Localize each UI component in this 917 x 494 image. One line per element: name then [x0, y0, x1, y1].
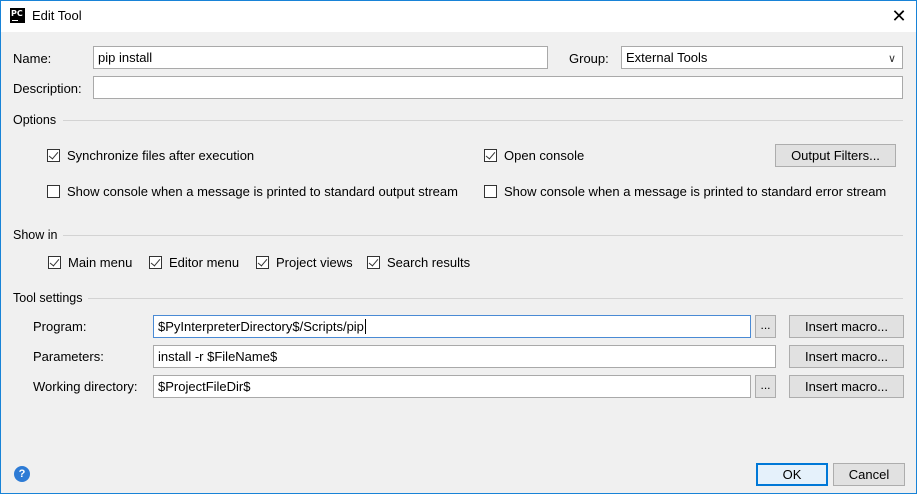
checkbox-checked-icon: [367, 256, 380, 269]
parameters-label: Parameters:: [33, 349, 104, 364]
tool-settings-separator: [88, 298, 903, 299]
pycharm-app-icon: PC: [10, 8, 25, 23]
show-in-section-title: Show in: [13, 228, 58, 242]
sync-files-checkbox[interactable]: Synchronize files after execution: [47, 148, 254, 163]
checkbox-unchecked-icon: [47, 185, 60, 198]
checkbox-checked-icon: [149, 256, 162, 269]
group-select-value: External Tools: [626, 50, 708, 65]
title-bar: PC Edit Tool ✕: [1, 1, 916, 32]
show-in-main-menu-checkbox[interactable]: Main menu: [48, 255, 132, 270]
working-directory-insert-macro-button[interactable]: Insert macro...: [789, 375, 904, 398]
tool-settings-section-title: Tool settings: [13, 291, 83, 305]
show-in-editor-menu-label: Editor menu: [169, 255, 240, 270]
open-console-checkbox[interactable]: Open console: [484, 148, 584, 163]
options-separator: [63, 120, 903, 121]
working-directory-browse-button[interactable]: ...: [755, 375, 776, 398]
checkbox-unchecked-icon: [484, 185, 497, 198]
chevron-down-icon: ∨: [887, 53, 896, 65]
name-label: Name:: [13, 51, 52, 66]
open-console-label: Open console: [504, 148, 585, 163]
sync-files-label: Synchronize files after execution: [67, 148, 255, 163]
show-in-project-views-checkbox[interactable]: Project views: [256, 255, 353, 270]
show-console-stderr-label: Show console when a message is printed t…: [504, 184, 887, 199]
show-console-stdout-checkbox[interactable]: Show console when a message is printed t…: [47, 184, 458, 199]
program-field[interactable]: $PyInterpreterDirectory$/Scripts/pip: [153, 315, 751, 338]
output-filters-button[interactable]: Output Filters...: [775, 144, 896, 167]
options-section-title: Options: [13, 113, 57, 127]
show-in-search-results-label: Search results: [387, 255, 471, 270]
program-insert-macro-button[interactable]: Insert macro...: [789, 315, 904, 338]
show-console-stderr-checkbox[interactable]: Show console when a message is printed t…: [484, 184, 886, 199]
show-in-editor-menu-checkbox[interactable]: Editor menu: [149, 255, 239, 270]
group-select[interactable]: External Tools ∨: [621, 46, 903, 69]
description-label: Description:: [13, 81, 82, 96]
edit-tool-dialog: PC Edit Tool ✕ Name: pip install Group: …: [0, 0, 917, 494]
parameters-field[interactable]: install -r $FileName$: [153, 345, 776, 368]
ok-button[interactable]: OK: [756, 463, 828, 486]
show-in-separator: [63, 235, 903, 236]
help-icon[interactable]: ?: [14, 466, 30, 482]
checkbox-checked-icon: [47, 149, 60, 162]
text-caret: [364, 319, 366, 334]
show-in-search-results-checkbox[interactable]: Search results: [367, 255, 470, 270]
checkbox-checked-icon: [484, 149, 497, 162]
working-directory-label: Working directory:: [33, 379, 138, 394]
group-label: Group:: [569, 51, 609, 66]
program-label: Program:: [33, 319, 87, 334]
window-title: Edit Tool: [32, 8, 82, 23]
show-console-stdout-label: Show console when a message is printed t…: [67, 184, 458, 199]
working-directory-field[interactable]: $ProjectFileDir$: [153, 375, 751, 398]
show-in-main-menu-label: Main menu: [68, 255, 133, 270]
cancel-button[interactable]: Cancel: [833, 463, 905, 486]
checkbox-checked-icon: [256, 256, 269, 269]
close-icon[interactable]: ✕: [884, 3, 914, 29]
program-value: $PyInterpreterDirectory$/Scripts/pip: [158, 319, 364, 334]
parameters-insert-macro-button[interactable]: Insert macro...: [789, 345, 904, 368]
checkbox-checked-icon: [48, 256, 61, 269]
program-browse-button[interactable]: ...: [755, 315, 776, 338]
show-in-project-views-label: Project views: [276, 255, 353, 270]
description-field[interactable]: [93, 76, 903, 99]
name-field[interactable]: pip install: [93, 46, 548, 69]
